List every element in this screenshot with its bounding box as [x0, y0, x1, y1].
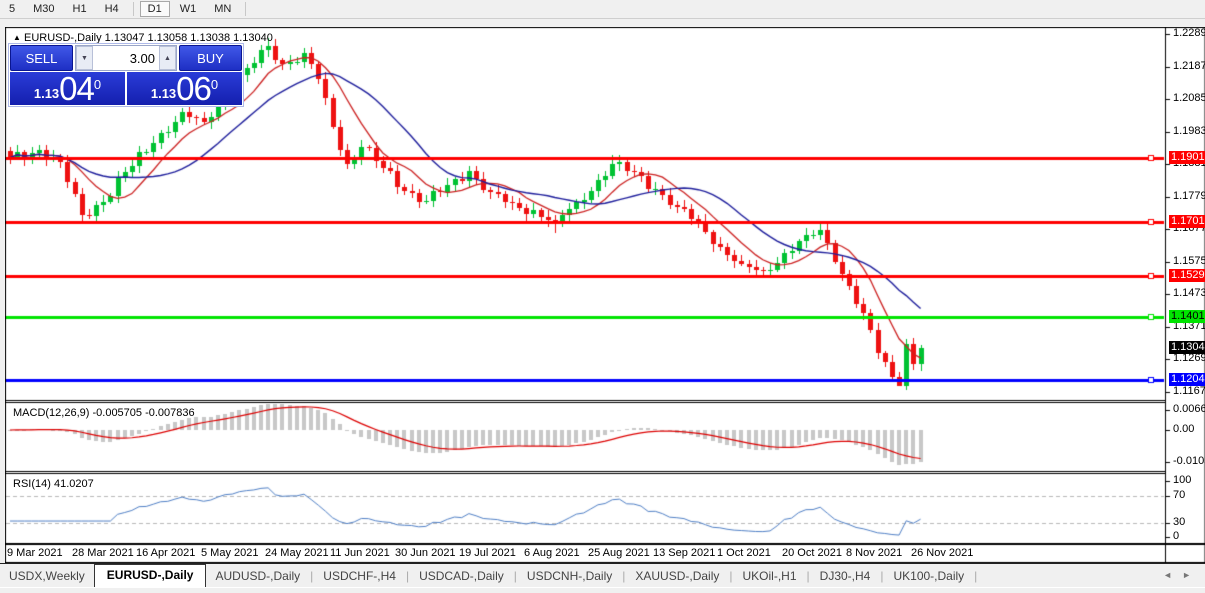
sell-price-display[interactable]: 1.13 04 0	[10, 72, 125, 105]
timeframe-w1[interactable]: W1	[172, 1, 205, 17]
status-strip	[0, 587, 1205, 593]
timeframe-toolbar[interactable]: 5M30H1H4 D1W1MN	[0, 0, 1205, 19]
date-axis-label: 19 Jul 2021	[459, 547, 516, 559]
date-axis-label: 30 Jun 2021	[395, 547, 456, 559]
price-axis-label: 1.22890	[1173, 27, 1205, 39]
collapse-triangle-icon[interactable]: ▲	[13, 33, 21, 42]
macd-axis-label: -0.010591	[1173, 455, 1205, 467]
buy-price-sup: 0	[211, 70, 218, 100]
timeframe-h4[interactable]: H4	[97, 1, 127, 17]
price-line-badge: 1.17012	[1169, 215, 1205, 228]
rsi-axis-label: 30	[1173, 516, 1185, 528]
date-axis-label: 25 Aug 2021	[588, 547, 650, 559]
volume-input[interactable]	[93, 46, 159, 70]
tab-ukoil-h1[interactable]: UKOil-,H1	[734, 566, 806, 587]
toolbar-separator	[133, 2, 134, 16]
tab-eurusd-daily[interactable]: EURUSD-,Daily	[94, 564, 207, 587]
timeframe-m30[interactable]: M30	[25, 1, 62, 17]
tab-usdx-weekly[interactable]: USDX,Weekly	[0, 566, 94, 587]
buy-button[interactable]: BUY	[179, 45, 242, 71]
volume-increase-button[interactable]: ▲	[159, 46, 176, 70]
date-axis-label: 24 May 2021	[265, 547, 329, 559]
rsi-axis-label: 0	[1173, 530, 1179, 542]
timeframe-d1[interactable]: D1	[140, 1, 170, 17]
rsi-indicator-label: RSI(14) 41.0207	[13, 478, 94, 490]
macd-indicator-label: MACD(12,26,9) -0.005705 -0.007836	[13, 407, 195, 419]
sell-price-big: 04	[59, 74, 94, 104]
price-axis-label: 1.14730	[1173, 287, 1205, 299]
date-axis-label: 5 May 2021	[201, 547, 258, 559]
sell-button[interactable]: SELL	[10, 45, 73, 71]
date-axis-label: 8 Nov 2021	[846, 547, 902, 559]
date-axis-label: 6 Aug 2021	[524, 547, 580, 559]
tab-separator: |	[973, 569, 978, 587]
tab-audusd-daily[interactable]: AUDUSD-,Daily	[206, 566, 309, 587]
tab-xauusd-daily[interactable]: XAUUSD-,Daily	[626, 566, 728, 587]
timeframe-5[interactable]: 5	[1, 1, 23, 17]
rsi-axis-label: 70	[1173, 489, 1185, 501]
date-axis-label: 9 Mar 2021	[7, 547, 63, 559]
date-axis-label: 28 Mar 2021	[72, 547, 134, 559]
one-click-trade-panel: SELL ▼ ▲ BUY 1.13 04 0 1.13 06 0	[8, 43, 244, 107]
volume-decrease-button[interactable]: ▼	[76, 46, 93, 70]
price-axis-label: 1.15750	[1173, 255, 1205, 267]
tab-scroll-right-icon[interactable]: ►	[1182, 570, 1201, 580]
price-axis-label: 1.20850	[1173, 92, 1205, 104]
buy-price-display[interactable]: 1.13 06 0	[127, 72, 242, 105]
chart-tab-bar: USDX,WeeklyEURUSD-,DailyAUDUSD-,Daily | US…	[0, 563, 1205, 587]
price-line-badge: 1.15299	[1169, 269, 1205, 282]
tab-uk100-daily[interactable]: UK100-,Daily	[884, 566, 973, 587]
sell-price-sup: 0	[94, 70, 101, 100]
sell-price-base: 1.13	[34, 84, 59, 104]
date-axis-label: 1 Oct 2021	[717, 547, 771, 559]
tab-scroll-arrows: ◄►	[1163, 570, 1201, 580]
toolbar-separator	[245, 2, 246, 16]
price-line-badge: 1.12042	[1169, 373, 1205, 386]
buy-price-base: 1.13	[151, 84, 176, 104]
rsi-axis-label: 100	[1173, 474, 1191, 486]
macd-axis-label: 0.006611	[1173, 403, 1205, 415]
date-axis-label: 26 Nov 2021	[911, 547, 973, 559]
buy-price-big: 06	[176, 74, 211, 104]
price-axis-label: 1.17790	[1173, 190, 1205, 202]
tab-scroll-left-icon[interactable]: ◄	[1163, 570, 1182, 580]
tab-usdchf-h4[interactable]: USDCHF-,H4	[314, 566, 405, 587]
chart-window: ▲ EURUSD-,Daily 1.13047 1.13058 1.13038 …	[5, 27, 1205, 563]
current-price-badge: 1.13040	[1169, 341, 1205, 354]
tab-usdcnh-daily[interactable]: USDCNH-,Daily	[518, 566, 621, 587]
tab-usdcad-daily[interactable]: USDCAD-,Daily	[410, 566, 513, 587]
tab-dj30-h4[interactable]: DJ30-,H4	[811, 566, 880, 587]
price-axis-label: 1.11670	[1173, 385, 1205, 397]
date-axis-label: 11 Jun 2021	[330, 547, 390, 559]
date-axis-label: 13 Sep 2021	[653, 547, 715, 559]
macd-axis-label: 0.00	[1173, 423, 1194, 435]
timeframe-mn[interactable]: MN	[206, 1, 239, 17]
price-axis-label: 1.19830	[1173, 125, 1205, 137]
timeframe-h1[interactable]: H1	[65, 1, 95, 17]
chart-plot-canvas[interactable]	[5, 27, 1205, 563]
mt4-workspace: 5M30H1H4D1W1MN ▲ EURUSD-,Daily 1.13047 1…	[0, 0, 1205, 593]
date-axis-label: 16 Apr 2021	[136, 547, 195, 559]
date-axis-label: 20 Oct 2021	[782, 547, 842, 559]
price-line-badge: 1.19010	[1169, 151, 1205, 164]
price-line-badge: 1.14017	[1169, 310, 1205, 323]
price-axis-label: 1.21870	[1173, 60, 1205, 72]
